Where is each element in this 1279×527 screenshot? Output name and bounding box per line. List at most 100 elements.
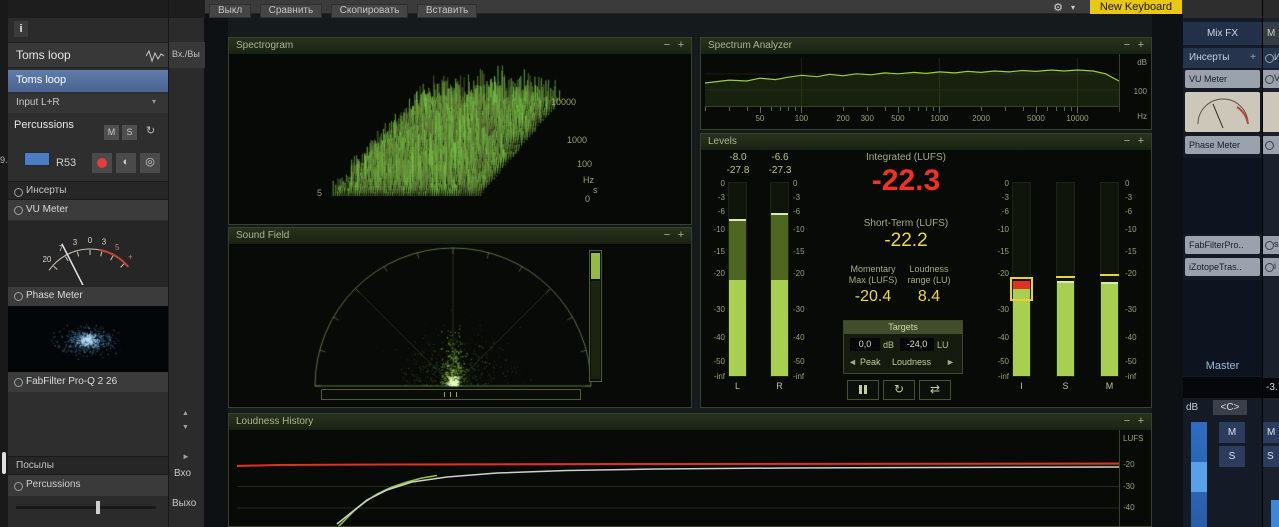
inserts-section-header[interactable]: Инсерты	[8, 181, 168, 200]
plugin-left-gutter	[205, 14, 228, 527]
pause-button[interactable]	[847, 380, 879, 400]
left-scrollbar-handle[interactable]	[2, 452, 6, 474]
strip-solo-button[interactable]: S	[1263, 446, 1279, 467]
compare-button[interactable]: Сравнить	[260, 4, 323, 18]
strip-mute-button[interactable]: М	[1263, 422, 1279, 443]
power-icon[interactable]	[14, 378, 23, 387]
rack-slot-izotope[interactable]: iZotopeTras..	[1185, 258, 1260, 276]
master-label[interactable]: Master	[1183, 357, 1262, 376]
record-enable-button[interactable]	[92, 153, 112, 173]
target-peak-value[interactable]: 0,0	[850, 338, 880, 351]
monitor-button[interactable]: ◐	[116, 153, 136, 173]
scroll-button[interactable]: ⇄	[919, 380, 951, 400]
strip-slot-fragment[interactable]: V	[1263, 70, 1279, 88]
power-icon[interactable]	[1265, 141, 1274, 150]
panel-minimize-button[interactable]: −	[661, 38, 673, 53]
insert-slot-fabfilter[interactable]: FabFilter Pro-Q 2 26	[8, 372, 168, 392]
panel-header[interactable]: Levels	[701, 134, 1151, 150]
left-scrollbar[interactable]	[0, 0, 8, 527]
targets-peak-tab[interactable]: Peak	[860, 357, 881, 367]
channel-fader-handle[interactable]	[1191, 462, 1207, 492]
channel-fader-track[interactable]	[1191, 422, 1207, 527]
bypass-button[interactable]: Выкл	[209, 4, 251, 18]
stereo-button[interactable]: ◎	[140, 153, 160, 173]
panel-minimize-button[interactable]: −	[661, 228, 673, 243]
meter-scale-label: 0	[987, 179, 1009, 188]
pan-control[interactable]: <C>	[1213, 400, 1247, 415]
track-title-row[interactable]: Toms loop	[8, 42, 168, 68]
power-icon[interactable]	[1265, 54, 1274, 63]
insert-slot-vu[interactable]: VU Meter	[8, 200, 168, 220]
panel-minimize-button[interactable]: −	[1121, 38, 1133, 53]
panel-header[interactable]: Spectrogram	[229, 38, 691, 54]
tab-mix-fx[interactable]: Mix FX	[1183, 22, 1262, 45]
strip-slot-fragment[interactable]: i	[1263, 258, 1279, 276]
panel-add-button[interactable]: +	[1135, 134, 1147, 149]
panel-add-button[interactable]: +	[1135, 414, 1147, 429]
targets-loudness-tab[interactable]: Loudness	[892, 357, 931, 367]
panel-header[interactable]: Spectrum Analyzer	[701, 38, 1151, 54]
power-icon[interactable]	[14, 292, 23, 301]
strip-slot-fragment[interactable]: s	[1263, 236, 1279, 254]
insert-slot-label: FabFilter Pro-Q 2 26	[26, 376, 117, 387]
rack-solo-button[interactable]: S	[1219, 446, 1245, 467]
copy-button[interactable]: Скопировать	[331, 4, 409, 18]
gear-icon[interactable]: ⚙	[1053, 1, 1063, 14]
panel-add-button[interactable]: +	[1135, 38, 1147, 53]
panel-minimize-button[interactable]: −	[1121, 414, 1133, 429]
selected-track-row[interactable]: Toms loop	[8, 70, 168, 92]
power-icon[interactable]	[14, 206, 23, 215]
chevron-down-icon[interactable]: ▾	[152, 97, 156, 106]
info-button[interactable]: i	[14, 21, 28, 37]
expand-right-icon[interactable]: ►	[182, 452, 190, 461]
freq-tick	[1005, 107, 1006, 111]
meter-scale-label: -40	[793, 333, 815, 342]
send-level-track[interactable]	[16, 506, 156, 509]
collapse-up-icon[interactable]: ▲	[182, 410, 189, 417]
sends-section-header[interactable]: Посылы	[8, 456, 168, 475]
targets-next-arrow[interactable]: ►	[946, 357, 955, 367]
send-level-handle[interactable]	[96, 501, 100, 514]
track-color-swatch[interactable]	[24, 152, 50, 166]
solo-button[interactable]: S	[122, 125, 137, 140]
rack-slot-fabfilter[interactable]: FabFilterPro..	[1185, 236, 1260, 254]
balance-tick	[444, 392, 445, 397]
meter-scale-label: -3	[1125, 193, 1147, 202]
tab-master-fragment[interactable]: М	[1263, 22, 1279, 45]
lufs-axis: -20-30-40-50	[1121, 414, 1151, 527]
cycle-icon[interactable]: ↻	[146, 124, 155, 137]
strip-fader-fragment[interactable]	[1271, 500, 1279, 527]
rack-inserts-header[interactable]: Инсерты +	[1183, 48, 1262, 68]
rack-mute-button[interactable]: M	[1219, 422, 1245, 443]
rms-value-l: -27.8	[720, 165, 756, 176]
power-icon[interactable]	[14, 482, 23, 491]
panel-add-button[interactable]: +	[675, 38, 687, 53]
panel-title: Spectrum Analyzer	[708, 40, 792, 51]
toolbar-caret-icon[interactable]: ▾	[1071, 3, 1075, 12]
panel-minimize-button[interactable]: −	[1121, 134, 1133, 149]
add-insert-icon[interactable]: +	[1250, 52, 1256, 63]
send-slot[interactable]: Percussions	[8, 475, 168, 496]
freq-tick	[1064, 107, 1065, 111]
panel-add-button[interactable]: +	[675, 228, 687, 243]
paste-button[interactable]: Вставить	[417, 4, 477, 18]
power-icon[interactable]	[14, 188, 23, 197]
target-loudness-value[interactable]: -24,0	[900, 338, 934, 351]
mute-button[interactable]: M	[104, 125, 119, 140]
freq-tick-label: 500	[878, 114, 918, 123]
strip-slot-fragment[interactable]	[1263, 136, 1279, 154]
rack-slot-phase-meter[interactable]: Phase Meter	[1185, 136, 1260, 154]
insert-slot-phase[interactable]: Phase Meter	[8, 287, 168, 306]
rack-slot-vu-meter[interactable]: VU Meter	[1185, 70, 1260, 88]
reset-button[interactable]: ↻	[883, 380, 915, 400]
power-icon[interactable]	[1265, 241, 1274, 250]
input-routing-row[interactable]: Input L+R ▾	[8, 94, 168, 113]
collapse-down-icon[interactable]: ▼	[182, 424, 189, 431]
targets-prev-arrow[interactable]: ◄	[848, 357, 857, 367]
panel-header[interactable]: Sound Field	[229, 228, 691, 244]
power-icon[interactable]	[1265, 75, 1274, 84]
strip-inserts-fragment[interactable]: И	[1263, 48, 1279, 68]
panel-header[interactable]: Loudness History	[229, 414, 1151, 430]
power-icon[interactable]	[1265, 263, 1274, 272]
new-keyboard-button[interactable]: New Keyboard	[1090, 0, 1182, 14]
